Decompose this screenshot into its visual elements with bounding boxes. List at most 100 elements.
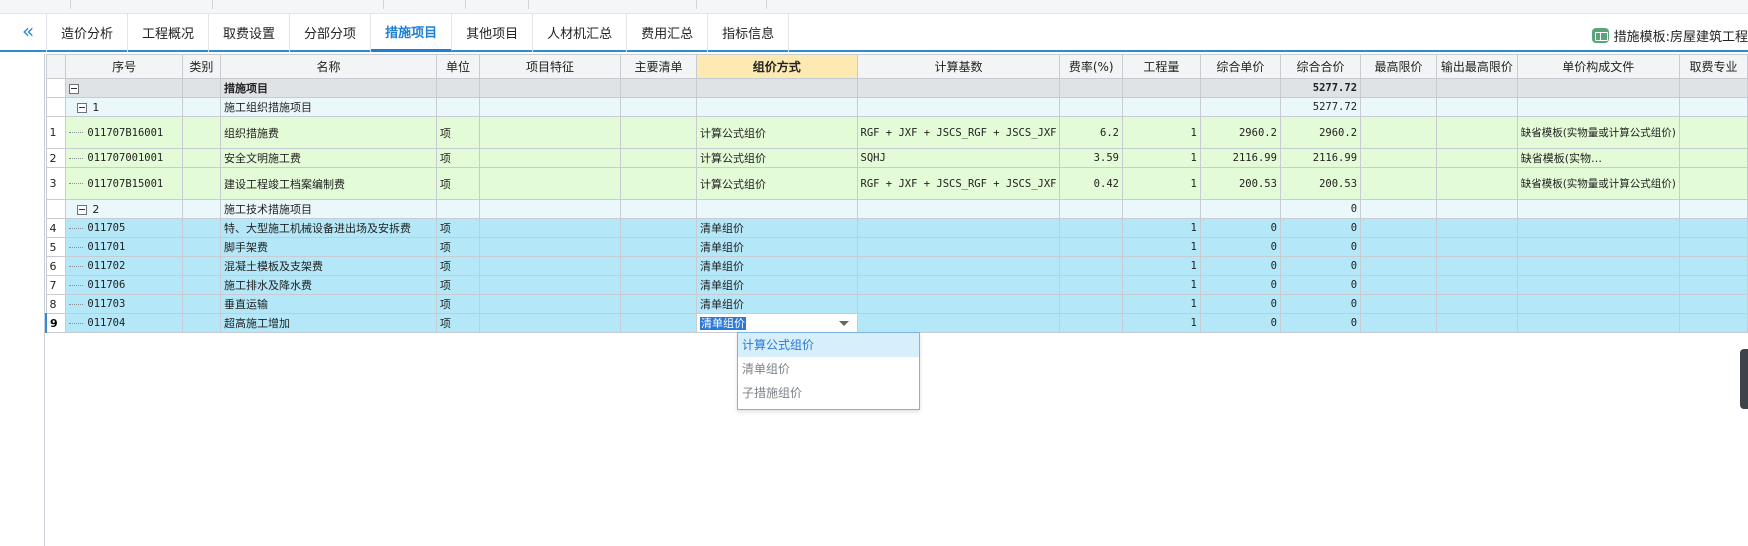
cell-name[interactable]: 安全文明施工费 <box>220 148 437 168</box>
cell-unit[interactable]: 项 <box>435 275 481 295</box>
cell-unit-price[interactable]: 200.53 <box>1199 167 1281 200</box>
table-row[interactable]: 6 011702 混凝土模板及支架费 项 清单组价 1 0 0 <box>45 256 1748 276</box>
cell-seq[interactable]: 011707B16001 <box>65 116 183 149</box>
table-row[interactable]: 3 011707B15001 建设工程竣工档案编制费 项 计算公式组价 RGF … <box>45 167 1748 200</box>
cell-name[interactable]: 混凝土模板及支架费 <box>220 256 437 276</box>
cell-total[interactable]: 5277.72 <box>1279 97 1362 117</box>
cell-composition[interactable]: 缺省模板(实物量或计算公式组价) <box>1516 167 1680 200</box>
cell-pricing[interactable]: 清单组价 <box>696 237 858 257</box>
col-header-max-limit[interactable]: 最高限价 <box>1360 54 1438 79</box>
chevron-down-icon[interactable] <box>838 321 849 326</box>
cell-qty[interactable]: 1 <box>1121 148 1201 168</box>
tab-measures[interactable]: 措施项目 <box>371 14 453 52</box>
table-row[interactable]: 1 011707B16001 组织措施费 项 计算公式组价 RGF + JXF … <box>45 116 1748 149</box>
table-row[interactable]: 7 011706 施工排水及降水费 项 清单组价 1 0 0 <box>45 275 1748 295</box>
col-header-name[interactable]: 名称 <box>220 54 437 79</box>
cell-seq[interactable]: 011704 <box>65 313 183 333</box>
cell-seq[interactable]: 011705 <box>65 218 183 238</box>
cell-total[interactable]: 0 <box>1279 218 1362 238</box>
tab-indicators[interactable]: 指标信息 <box>708 14 790 52</box>
table-row[interactable]: 5 011701 脚手架费 项 清单组价 1 0 0 <box>45 237 1748 257</box>
cell-name[interactable]: 措施项目 <box>220 78 437 98</box>
cell-seq[interactable]: 1 <box>65 97 183 117</box>
cell-unit-price[interactable]: 0 <box>1199 218 1281 238</box>
cell-qty[interactable]: 1 <box>1121 237 1201 257</box>
cell-seq[interactable]: 2 <box>65 199 183 219</box>
cell-pricing[interactable]: 计算公式组价 <box>696 167 858 200</box>
measure-template-selector[interactable]: 措施模板:房屋建筑工程 <box>1591 24 1748 46</box>
col-header-qty[interactable]: 工程量 <box>1121 54 1201 79</box>
cell-name[interactable]: 施工排水及降水费 <box>220 275 437 295</box>
table-row[interactable]: 4 011705 特、大型施工机械设备进出场及安拆费 项 清单组价 1 0 0 <box>45 218 1748 238</box>
cell-seq[interactable] <box>65 78 183 98</box>
cell-unit[interactable]: 项 <box>435 256 481 276</box>
cell-seq[interactable]: 011707B15001 <box>65 167 183 200</box>
cell-name[interactable]: 组织措施费 <box>220 116 437 149</box>
cell-base[interactable]: RGF + JXF + JSCS_RGF + JSCS_JXF <box>856 116 1061 149</box>
col-header-rate[interactable]: 费率(%) <box>1059 54 1123 79</box>
table-row[interactable]: 措施项目 5277.72 <box>45 78 1748 98</box>
side-panel-handle[interactable] <box>1740 349 1748 409</box>
collapse-toggle-icon[interactable] <box>69 83 80 94</box>
cell-qty[interactable]: 1 <box>1121 116 1201 149</box>
cell-unit[interactable]: 项 <box>435 116 481 149</box>
tab-cost-analysis[interactable]: 造价分析 <box>46 14 129 52</box>
cell-unit[interactable]: 项 <box>435 148 481 168</box>
dropdown-option-formula[interactable]: 计算公式组价 <box>738 333 919 357</box>
col-header-unit-price[interactable]: 综合单价 <box>1199 54 1281 79</box>
tab-sub-items[interactable]: 分部分项 <box>290 14 372 52</box>
cell-total[interactable]: 0 <box>1279 294 1362 314</box>
cell-total[interactable]: 0 <box>1279 256 1362 276</box>
cell-unit-price[interactable]: 0 <box>1199 313 1281 333</box>
cell-unit[interactable]: 项 <box>435 294 481 314</box>
cell-qty[interactable]: 1 <box>1121 218 1201 238</box>
tab-project-overview[interactable]: 工程概况 <box>128 14 210 52</box>
col-header-category[interactable]: 类别 <box>181 54 222 79</box>
cell-pricing[interactable]: 计算公式组价 <box>696 148 858 168</box>
tab-fee-summary[interactable]: 费用汇总 <box>627 14 709 52</box>
cell-unit[interactable]: 项 <box>435 167 481 200</box>
tab-other-items[interactable]: 其他项目 <box>452 14 534 52</box>
dropdown-option-sub-measure[interactable]: 子措施组价 <box>738 381 919 405</box>
dropdown-option-list[interactable]: 清单组价 <box>738 357 919 381</box>
cell-unit[interactable]: 项 <box>435 218 481 238</box>
cell-pricing[interactable]: 清单组价 <box>696 256 858 276</box>
col-header-feature[interactable]: 项目特征 <box>479 54 621 79</box>
cell-unit-price[interactable]: 2960.2 <box>1199 116 1281 149</box>
cell-composition[interactable]: 缺省模板(实物量或计算公式组价) <box>1516 116 1680 149</box>
cell-total[interactable]: 0 <box>1279 275 1362 295</box>
col-header-fee-major[interactable]: 取费专业 <box>1678 54 1748 79</box>
cell-unit[interactable]: 项 <box>435 237 481 257</box>
cell-qty[interactable]: 1 <box>1121 275 1201 295</box>
cell-unit-price[interactable]: 0 <box>1199 237 1281 257</box>
tab-fee-settings[interactable]: 取费设置 <box>209 14 291 52</box>
col-header-unit[interactable]: 单位 <box>435 54 481 79</box>
cell-base[interactable]: SQHJ <box>856 148 1061 168</box>
cell-name[interactable]: 施工组织措施项目 <box>220 97 437 117</box>
col-header-out-max-limit[interactable]: 输出最高限价 <box>1436 54 1518 79</box>
cell-composition[interactable]: 缺省模板(实物… <box>1516 148 1680 168</box>
col-header-main-list[interactable]: 主要清单 <box>619 54 698 79</box>
cell-unit-price[interactable]: 0 <box>1199 256 1281 276</box>
tab-labor-material-machine[interactable]: 人材机汇总 <box>533 14 628 52</box>
cell-total[interactable]: 200.53 <box>1279 167 1362 200</box>
cell-name[interactable]: 垂直运输 <box>220 294 437 314</box>
cell-total[interactable]: 2960.2 <box>1279 116 1362 149</box>
collapse-toggle-icon[interactable] <box>77 204 88 215</box>
cell-pricing[interactable]: 清单组价 <box>696 218 858 238</box>
table-row[interactable]: 2 施工技术措施项目 0 <box>45 199 1748 219</box>
col-header-seq[interactable]: 序号 <box>65 54 183 79</box>
cell-total[interactable]: 2116.99 <box>1279 148 1362 168</box>
cell-base[interactable]: RGF + JXF + JSCS_RGF + JSCS_JXF <box>856 167 1061 200</box>
cell-seq[interactable]: 011702 <box>65 256 183 276</box>
cell-rate[interactable]: 0.42 <box>1059 167 1123 200</box>
collapse-toggle-icon[interactable] <box>77 102 88 113</box>
cell-qty[interactable]: 1 <box>1121 256 1201 276</box>
cell-seq[interactable]: 011706 <box>65 275 183 295</box>
cell-rate[interactable]: 3.59 <box>1059 148 1123 168</box>
cell-qty[interactable]: 1 <box>1121 294 1201 314</box>
table-row[interactable]: 2 011707001001 安全文明施工费 项 计算公式组价 SQHJ 3.5… <box>45 148 1748 168</box>
table-row-selected[interactable]: 9 011704 超高施工增加 项 清单组价 1 0 0 <box>45 313 1748 333</box>
col-header-total[interactable]: 综合合价 <box>1279 54 1362 79</box>
cell-pricing[interactable]: 计算公式组价 <box>696 116 858 149</box>
